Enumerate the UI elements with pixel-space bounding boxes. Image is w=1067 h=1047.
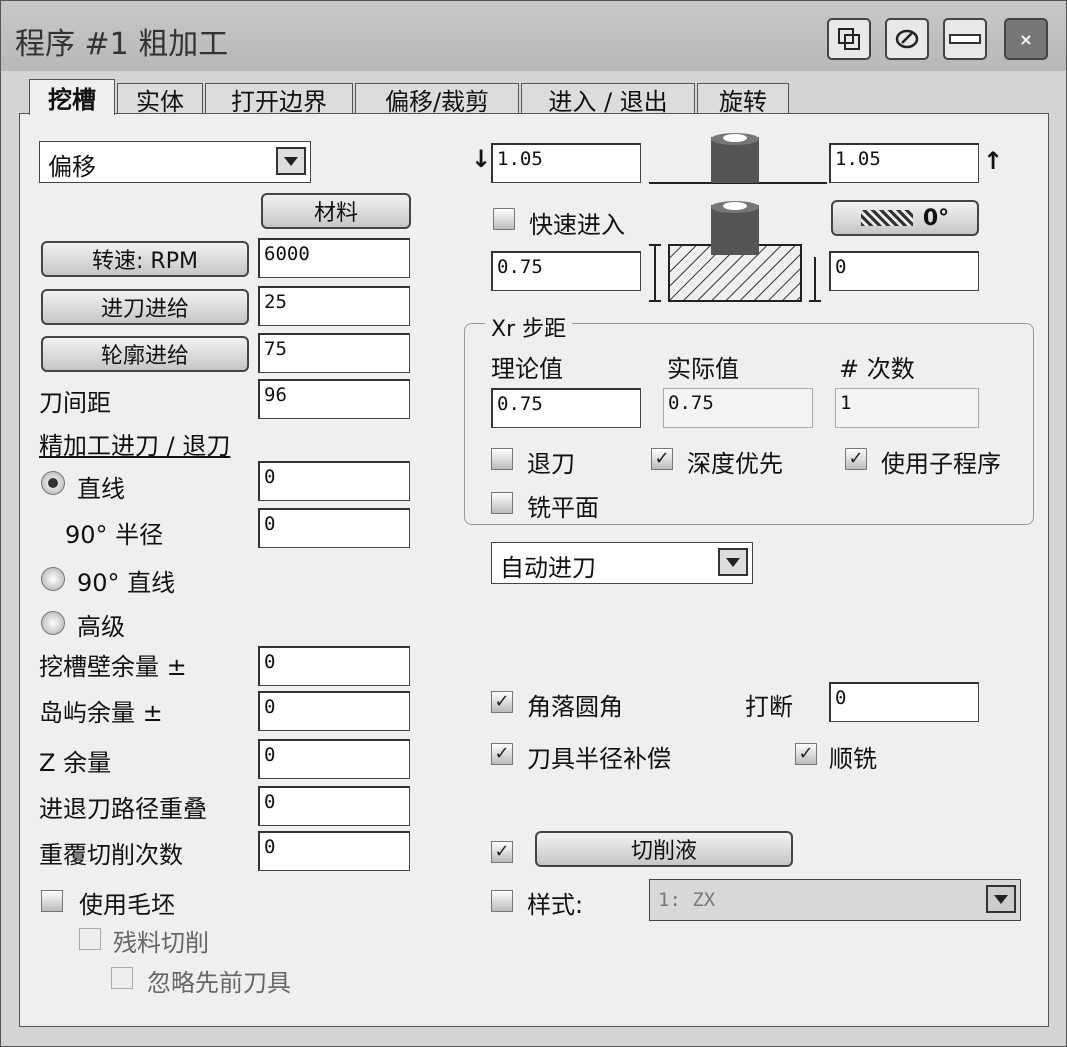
tab-entry-exit[interactable]: 进入 / 退出 <box>521 83 695 116</box>
chevron-down-icon[interactable] <box>986 885 1016 913</box>
rpm-field[interactable]: 6000 <box>258 238 410 278</box>
radio-90-line[interactable] <box>41 567 65 591</box>
chevron-down-icon[interactable] <box>276 147 306 175</box>
retract-checkbox[interactable] <box>491 448 513 470</box>
rest-cut-label: 残料切削 <box>113 929 209 957</box>
face-mill-checkbox[interactable] <box>491 492 513 514</box>
use-subprogram-checkbox[interactable]: ✓ <box>845 448 867 470</box>
radio-advanced-label: 高级 <box>77 613 125 641</box>
actual-field: 0.75 <box>663 388 813 428</box>
wall-stock-field[interactable]: 0 <box>258 646 410 686</box>
coolant-button[interactable]: 切削液 <box>535 831 793 867</box>
feed-button[interactable]: 进刀进给 <box>41 289 249 325</box>
use-blank-label: 使用毛坯 <box>79 891 175 919</box>
angle-label: 0° <box>922 205 950 231</box>
use-blank-checkbox[interactable] <box>41 890 63 912</box>
dialog-window: 程序 #1 粗加工 × 挖槽 实体 打开边界 偏移/裁剪 进入 / 退出 旋转 … <box>0 0 1067 1047</box>
mode-select[interactable]: 偏移 <box>39 141 311 183</box>
coolant-checkbox[interactable]: ✓ <box>491 841 513 863</box>
break-label: 打断 <box>745 693 793 721</box>
cutter-comp-label: 刀具半径补偿 <box>527 745 671 773</box>
face-mill-label: 铣平面 <box>527 494 599 522</box>
count-label: # 次数 <box>839 355 915 383</box>
style-checkbox[interactable] <box>491 890 513 912</box>
retract-label: 退刀 <box>527 450 575 478</box>
depth-first-checkbox[interactable]: ✓ <box>651 448 673 470</box>
entry-select[interactable]: 自动进刀 <box>491 542 753 584</box>
window-title: 程序 #1 粗加工 <box>15 27 229 62</box>
z-stock-label: Z 余量 <box>39 749 112 777</box>
radio-line[interactable] <box>41 471 65 495</box>
radio-90-line-label: 90° 直线 <box>77 569 176 597</box>
radius-label: 90° 半径 <box>65 521 164 549</box>
pin-icon[interactable] <box>885 18 929 60</box>
actual-label: 实际值 <box>667 355 739 383</box>
corner-round-label: 角落圆角 <box>527 693 623 721</box>
top-right-field[interactable]: 1.05 <box>829 143 979 183</box>
rapid-in-label: 快速进入 <box>529 211 625 239</box>
island-stock-label: 岛屿余量 ± <box>39 699 163 727</box>
line-length-field[interactable]: 0 <box>258 461 410 501</box>
break-field[interactable]: 0 <box>829 682 979 722</box>
depth-diagram <box>649 201 821 302</box>
depth-left-field[interactable]: 0.75 <box>491 251 641 291</box>
depth-first-label: 深度优先 <box>687 450 783 478</box>
style-label: 样式: <box>527 891 584 919</box>
repeat-field[interactable]: 0 <box>258 831 410 871</box>
stepover-label: 刀间距 <box>39 389 111 417</box>
tool-top-diagram <box>649 133 827 184</box>
cutter-comp-checkbox[interactable]: ✓ <box>491 743 513 765</box>
use-subprogram-label: 使用子程序 <box>881 450 1001 478</box>
radius-field[interactable]: 0 <box>258 508 410 548</box>
climb-label: 顺铣 <box>829 745 877 773</box>
tab-rotate[interactable]: 旋转 <box>697 83 789 116</box>
contour-feed-field[interactable]: 75 <box>258 333 410 373</box>
theory-field[interactable]: 0.75 <box>491 388 641 428</box>
tab-pocket[interactable]: 挖槽 <box>29 79 115 115</box>
tab-open-boundary[interactable]: 打开边界 <box>205 83 353 116</box>
step-group-title: Xr 步距 <box>485 311 573 343</box>
up-arrow-icon: ↑ <box>983 147 1004 175</box>
style-select[interactable]: 1: ZX <box>649 879 1021 921</box>
corner-round-checkbox[interactable]: ✓ <box>491 691 513 713</box>
climb-checkbox[interactable]: ✓ <box>795 743 817 765</box>
radio-line-label: 直线 <box>77 475 125 503</box>
ignore-tool-label: 忽略先前刀具 <box>147 969 291 997</box>
entry-select-value: 自动进刀 <box>500 554 596 582</box>
radio-advanced[interactable] <box>41 611 65 635</box>
theory-label: 理论值 <box>491 355 563 383</box>
feed-field[interactable]: 25 <box>258 286 410 326</box>
finish-entry-heading: 精加工进刀 / 退刀 <box>39 432 231 460</box>
top-left-field[interactable]: 1.05 <box>491 143 641 183</box>
ignore-tool-checkbox[interactable] <box>111 967 133 989</box>
rest-cut-checkbox[interactable] <box>79 928 101 950</box>
mode-select-value: 偏移 <box>48 153 96 181</box>
hatch-icon <box>860 210 913 226</box>
overlap-label: 进退刀路径重叠 <box>39 795 207 823</box>
repeat-label: 重覆切削次数 <box>39 841 183 869</box>
angle-button[interactable]: 0° <box>831 200 979 236</box>
close-icon[interactable]: × <box>1004 18 1048 60</box>
title-bar[interactable]: 程序 #1 粗加工 × <box>1 1 1066 71</box>
overlap-field[interactable]: 0 <box>258 786 410 826</box>
wall-stock-label: 挖槽壁余量 ± <box>39 653 187 681</box>
down-arrow-icon: ↓ <box>471 145 492 173</box>
contour-feed-button[interactable]: 轮廓进给 <box>41 336 249 372</box>
rapid-in-checkbox[interactable] <box>493 208 515 230</box>
style-select-value: 1: ZX <box>658 889 716 911</box>
tab-offset-trim[interactable]: 偏移/裁剪 <box>355 83 519 116</box>
restore-icon[interactable] <box>827 18 871 60</box>
count-field: 1 <box>835 388 979 428</box>
chevron-down-icon[interactable] <box>718 548 748 576</box>
minimize-icon[interactable] <box>943 18 987 60</box>
depth-right-field[interactable]: 0 <box>829 251 979 291</box>
stepover-field[interactable]: 96 <box>258 379 410 419</box>
tab-solid[interactable]: 实体 <box>117 83 203 116</box>
z-stock-field[interactable]: 0 <box>258 739 410 779</box>
island-stock-field[interactable]: 0 <box>258 691 410 731</box>
material-button[interactable]: 材料 <box>261 193 411 229</box>
rpm-button[interactable]: 转速: RPM <box>41 241 249 277</box>
